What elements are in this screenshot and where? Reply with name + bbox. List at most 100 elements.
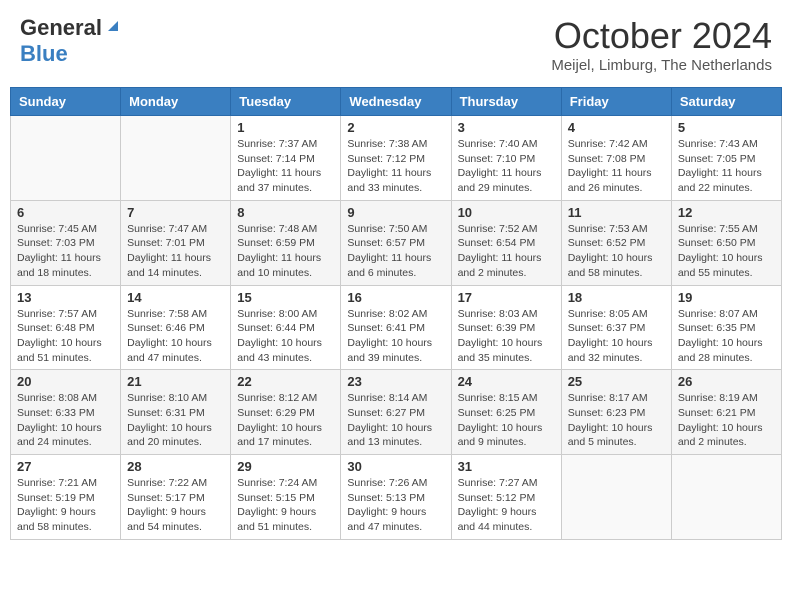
day-number: 28 xyxy=(127,459,224,474)
page-header: General Blue October 2024 Meijel, Limbur… xyxy=(10,10,782,79)
day-number: 18 xyxy=(568,290,665,305)
day-number: 1 xyxy=(237,120,334,135)
day-number: 13 xyxy=(17,290,114,305)
calendar-cell: 27 Sunrise: 7:21 AMSunset: 5:19 PMDayligh… xyxy=(11,455,121,540)
calendar-cell: 14 Sunrise: 7:58 AMSunset: 6:46 PMDayligh… xyxy=(121,285,231,370)
location: Meijel, Limburg, The Netherlands xyxy=(551,57,772,74)
day-info: Sunrise: 8:08 AMSunset: 6:33 PMDaylight:… xyxy=(17,391,114,450)
day-info: Sunrise: 8:05 AMSunset: 6:37 PMDaylight:… xyxy=(568,307,665,366)
calendar-cell: 3 Sunrise: 7:40 AMSunset: 7:10 PMDaylight… xyxy=(451,116,561,201)
day-number: 21 xyxy=(127,374,224,389)
day-number: 25 xyxy=(568,374,665,389)
day-number: 4 xyxy=(568,120,665,135)
day-header-saturday: Saturday xyxy=(671,88,781,116)
logo-blue: Blue xyxy=(20,41,68,66)
calendar-cell: 1Sunrise: 7:37 AMSunset: 7:14 PMDaylight… xyxy=(231,116,341,201)
day-info: Sunrise: 8:19 AMSunset: 6:21 PMDaylight:… xyxy=(678,391,775,450)
calendar-cell: 12Sunrise: 7:55 AMSunset: 6:50 PMDayligh… xyxy=(671,200,781,285)
day-number: 15 xyxy=(237,290,334,305)
day-header-wednesday: Wednesday xyxy=(341,88,451,116)
day-number: 26 xyxy=(678,374,775,389)
calendar-week-row: 20 Sunrise: 8:08 AMSunset: 6:33 PMDayligh… xyxy=(11,370,782,455)
day-number: 24 xyxy=(458,374,555,389)
calendar-header-row: SundayMondayTuesdayWednesdayThursdayFrid… xyxy=(11,88,782,116)
day-number: 10 xyxy=(458,205,555,220)
calendar-cell xyxy=(671,455,781,540)
day-number: 31 xyxy=(458,459,555,474)
logo: General Blue xyxy=(20,15,122,67)
calendar-cell: 31 Sunrise: 7:27 AMSunset: 5:12 PMDayligh… xyxy=(451,455,561,540)
calendar-cell: 21 Sunrise: 8:10 AMSunset: 6:31 PMDayligh… xyxy=(121,370,231,455)
calendar-table: SundayMondayTuesdayWednesdayThursdayFrid… xyxy=(10,87,782,540)
day-number: 2 xyxy=(347,120,444,135)
day-header-thursday: Thursday xyxy=(451,88,561,116)
calendar-cell: 9Sunrise: 7:50 AMSunset: 6:57 PMDaylight… xyxy=(341,200,451,285)
day-header-friday: Friday xyxy=(561,88,671,116)
day-number: 7 xyxy=(127,205,224,220)
calendar-cell: 29 Sunrise: 7:24 AMSunset: 5:15 PMDayligh… xyxy=(231,455,341,540)
calendar-cell xyxy=(11,116,121,201)
day-info: Sunrise: 8:07 AMSunset: 6:35 PMDaylight:… xyxy=(678,307,775,366)
calendar-week-row: 1Sunrise: 7:37 AMSunset: 7:14 PMDaylight… xyxy=(11,116,782,201)
day-number: 8 xyxy=(237,205,334,220)
day-number: 22 xyxy=(237,374,334,389)
day-info: Sunrise: 8:15 AMSunset: 6:25 PMDaylight:… xyxy=(458,391,555,450)
calendar-cell: 19Sunrise: 8:07 AMSunset: 6:35 PMDayligh… xyxy=(671,285,781,370)
calendar-cell: 20 Sunrise: 8:08 AMSunset: 6:33 PMDayligh… xyxy=(11,370,121,455)
day-info: Sunrise: 7:57 AMSunset: 6:48 PMDaylight:… xyxy=(17,307,114,366)
day-info: Sunrise: 7:26 AMSunset: 5:13 PMDaylight:… xyxy=(347,476,444,535)
calendar-week-row: 13 Sunrise: 7:57 AMSunset: 6:48 PMDayligh… xyxy=(11,285,782,370)
calendar-cell: 18 Sunrise: 8:05 AMSunset: 6:37 PMDayligh… xyxy=(561,285,671,370)
day-number: 3 xyxy=(458,120,555,135)
calendar-week-row: 27 Sunrise: 7:21 AMSunset: 5:19 PMDayligh… xyxy=(11,455,782,540)
day-info: Sunrise: 7:27 AMSunset: 5:12 PMDaylight:… xyxy=(458,476,555,535)
calendar-cell: 2 Sunrise: 7:38 AMSunset: 7:12 PMDaylight… xyxy=(341,116,451,201)
day-number: 5 xyxy=(678,120,775,135)
day-number: 9 xyxy=(347,205,444,220)
calendar-cell: 16 Sunrise: 8:02 AMSunset: 6:41 PMDayligh… xyxy=(341,285,451,370)
day-number: 29 xyxy=(237,459,334,474)
calendar-cell: 28Sunrise: 7:22 AMSunset: 5:17 PMDayligh… xyxy=(121,455,231,540)
logo-general: General xyxy=(20,15,102,41)
day-number: 27 xyxy=(17,459,114,474)
day-info: Sunrise: 8:02 AMSunset: 6:41 PMDaylight:… xyxy=(347,307,444,366)
day-info: Sunrise: 7:42 AMSunset: 7:08 PMDaylight:… xyxy=(568,137,665,196)
calendar-cell: 30 Sunrise: 7:26 AMSunset: 5:13 PMDayligh… xyxy=(341,455,451,540)
day-info: Sunrise: 7:21 AMSunset: 5:19 PMDaylight:… xyxy=(17,476,114,535)
calendar-cell: 22 Sunrise: 8:12 AMSunset: 6:29 PMDayligh… xyxy=(231,370,341,455)
day-info: Sunrise: 7:24 AMSunset: 5:15 PMDaylight:… xyxy=(237,476,334,535)
day-info: Sunrise: 8:10 AMSunset: 6:31 PMDaylight:… xyxy=(127,391,224,450)
logo-icon xyxy=(104,17,122,35)
calendar-cell: 25 Sunrise: 8:17 AMSunset: 6:23 PMDayligh… xyxy=(561,370,671,455)
calendar-cell xyxy=(561,455,671,540)
day-info: Sunrise: 7:53 AMSunset: 6:52 PMDaylight:… xyxy=(568,222,665,281)
day-info: Sunrise: 7:55 AMSunset: 6:50 PMDaylight:… xyxy=(678,222,775,281)
calendar-cell: 8 Sunrise: 7:48 AMSunset: 6:59 PMDaylight… xyxy=(231,200,341,285)
day-info: Sunrise: 8:14 AMSunset: 6:27 PMDaylight:… xyxy=(347,391,444,450)
calendar-cell: 6Sunrise: 7:45 AMSunset: 7:03 PMDaylight… xyxy=(11,200,121,285)
calendar-cell: 26 Sunrise: 8:19 AMSunset: 6:21 PMDayligh… xyxy=(671,370,781,455)
calendar-cell: 13 Sunrise: 7:57 AMSunset: 6:48 PMDayligh… xyxy=(11,285,121,370)
calendar-cell: 15Sunrise: 8:00 AMSunset: 6:44 PMDayligh… xyxy=(231,285,341,370)
day-info: Sunrise: 7:40 AMSunset: 7:10 PMDaylight:… xyxy=(458,137,555,196)
day-info: Sunrise: 8:17 AMSunset: 6:23 PMDaylight:… xyxy=(568,391,665,450)
month-title: October 2024 xyxy=(551,15,772,57)
day-number: 16 xyxy=(347,290,444,305)
day-number: 20 xyxy=(17,374,114,389)
day-number: 6 xyxy=(17,205,114,220)
title-section: October 2024 Meijel, Limburg, The Nether… xyxy=(551,15,772,74)
day-info: Sunrise: 7:38 AMSunset: 7:12 PMDaylight:… xyxy=(347,137,444,196)
calendar-cell: 24 Sunrise: 8:15 AMSunset: 6:25 PMDayligh… xyxy=(451,370,561,455)
day-number: 14 xyxy=(127,290,224,305)
day-info: Sunrise: 7:58 AMSunset: 6:46 PMDaylight:… xyxy=(127,307,224,366)
day-info: Sunrise: 7:52 AMSunset: 6:54 PMDaylight:… xyxy=(458,222,555,281)
day-info: Sunrise: 7:43 AMSunset: 7:05 PMDaylight:… xyxy=(678,137,775,196)
day-info: Sunrise: 7:48 AMSunset: 6:59 PMDaylight:… xyxy=(237,222,334,281)
day-info: Sunrise: 8:12 AMSunset: 6:29 PMDaylight:… xyxy=(237,391,334,450)
calendar-cell: 10 Sunrise: 7:52 AMSunset: 6:54 PMDayligh… xyxy=(451,200,561,285)
day-number: 30 xyxy=(347,459,444,474)
day-number: 11 xyxy=(568,205,665,220)
day-number: 23 xyxy=(347,374,444,389)
day-info: Sunrise: 8:03 AMSunset: 6:39 PMDaylight:… xyxy=(458,307,555,366)
calendar-cell: 4 Sunrise: 7:42 AMSunset: 7:08 PMDaylight… xyxy=(561,116,671,201)
